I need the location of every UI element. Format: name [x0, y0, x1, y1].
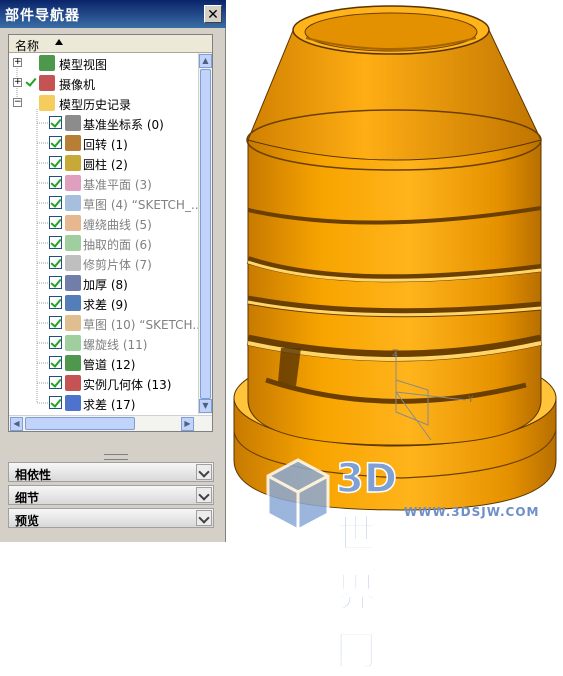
visibility-checkbox[interactable]: [49, 196, 62, 209]
part-navigator-panel: 部件导航器 ✕ 名称 + 模型视图 + 摄像机 − 模型历史记录 基准坐标系 (0) 回转 (…: [0, 0, 226, 542]
tree-row[interactable]: 圆柱 (2): [9, 153, 199, 173]
scroll-left-button[interactable]: ◀: [10, 417, 23, 431]
expand-chevron-icon[interactable]: [196, 487, 212, 503]
tree-row[interactable]: 求差 (9): [9, 293, 199, 313]
tree-row[interactable]: 回转 (1): [9, 133, 199, 153]
feature-icon: [65, 375, 81, 391]
vertical-scroll-thumb[interactable]: [200, 69, 211, 399]
vertical-scrollbar[interactable]: ▲ ▼: [198, 53, 212, 414]
visibility-checkbox[interactable]: [49, 296, 62, 309]
visibility-checkbox[interactable]: [25, 76, 38, 89]
collapse-icon[interactable]: −: [13, 98, 22, 107]
tree-row[interactable]: 修剪片体 (7): [9, 253, 199, 273]
graphics-viewport[interactable]: Z Y 3D世界网 WWW.3DSJW.COM: [226, 0, 563, 675]
visibility-checkbox[interactable]: [49, 396, 62, 409]
tree-row[interactable]: 缠绕曲线 (5): [9, 213, 199, 233]
section-dependencies[interactable]: 相依性: [8, 462, 214, 482]
tree-item-label: 圆柱 (2): [83, 158, 128, 172]
tree-item-label: 求差 (17): [83, 398, 136, 412]
tree-item-label: 草图 (4) “SKETCH_...: [83, 198, 203, 212]
feature-icon: [65, 295, 81, 311]
tree-row[interactable]: 抽取的面 (6): [9, 233, 199, 253]
section-label: 预览: [15, 514, 40, 528]
horizontal-scrollbar[interactable]: ◀ ▶: [9, 415, 212, 431]
expand-chevron-icon[interactable]: [196, 464, 212, 480]
feature-icon: [65, 235, 81, 251]
tree-row[interactable]: 基准平面 (3): [9, 173, 199, 193]
section-preview[interactable]: 预览: [8, 508, 214, 528]
feature-icon: [65, 155, 81, 171]
visibility-checkbox[interactable]: [49, 316, 62, 329]
tree-item-label: 摄像机: [59, 78, 96, 92]
tree-row[interactable]: 加厚 (8): [9, 273, 199, 293]
visibility-checkbox[interactable]: [49, 176, 62, 189]
tree-row[interactable]: 基准坐标系 (0): [9, 113, 199, 133]
tree-item-label: 基准平面 (3): [83, 178, 152, 192]
feature-icon: [65, 335, 81, 351]
close-button[interactable]: ✕: [204, 5, 222, 23]
feature-icon: [65, 315, 81, 331]
watermark-text: 3D世界网: [335, 455, 398, 675]
feature-icon: [39, 55, 55, 71]
tree-item-label: 求差 (9): [83, 298, 128, 312]
scroll-up-button[interactable]: ▲: [199, 54, 212, 68]
expand-icon[interactable]: +: [13, 58, 22, 67]
panel-splitter-handle[interactable]: [104, 454, 128, 460]
tree-item-label: 基准坐标系 (0): [83, 118, 164, 132]
section-label: 相依性: [15, 468, 52, 482]
section-details[interactable]: 细节: [8, 485, 214, 505]
visibility-checkbox[interactable]: [49, 216, 62, 229]
tree-item-label: 修剪片体 (7): [83, 258, 152, 272]
visibility-checkbox[interactable]: [49, 156, 62, 169]
visibility-checkbox[interactable]: [49, 116, 62, 129]
feature-icon: [65, 395, 81, 411]
tree-row[interactable]: − 模型历史记录: [9, 93, 199, 113]
tree-row[interactable]: + 摄像机: [9, 73, 199, 93]
feature-icon: [65, 275, 81, 291]
feature-icon: [65, 115, 81, 131]
feature-icon: [65, 195, 81, 211]
tree-row[interactable]: + 模型视图: [9, 53, 199, 73]
feature-icon: [65, 215, 81, 231]
scroll-down-button[interactable]: ▼: [199, 399, 212, 413]
visibility-checkbox[interactable]: [49, 136, 62, 149]
tree-item-label: 模型历史记录: [59, 98, 132, 112]
navigator-tree[interactable]: 名称 + 模型视图 + 摄像机 − 模型历史记录 基准坐标系 (0) 回转 (1) 圆柱 (2)…: [8, 34, 213, 432]
tree-item-label: 加厚 (8): [83, 278, 128, 292]
tree-item-label: 管道 (12): [83, 358, 136, 372]
tree-item-label: 螺旋线 (11): [83, 338, 148, 352]
tree-row[interactable]: 实例几何体 (13): [9, 373, 199, 393]
visibility-checkbox[interactable]: [49, 276, 62, 289]
tree-item-label: 回转 (1): [83, 138, 128, 152]
panel-title-bar[interactable]: 部件导航器 ✕: [0, 0, 226, 28]
section-label: 细节: [15, 491, 40, 505]
tree-item-label: 抽取的面 (6): [83, 238, 152, 252]
visibility-checkbox[interactable]: [49, 336, 62, 349]
feature-icon: [65, 255, 81, 271]
tree-row[interactable]: 求差 (17): [9, 393, 199, 413]
tree-item-label: 缠绕曲线 (5): [83, 218, 152, 232]
tree-item-label: 实例几何体 (13): [83, 378, 172, 392]
scroll-right-button[interactable]: ▶: [181, 417, 194, 431]
feature-icon: [65, 135, 81, 151]
horizontal-scroll-thumb[interactable]: [25, 417, 135, 430]
visibility-checkbox[interactable]: [49, 256, 62, 269]
tree-row[interactable]: 螺旋线 (11): [9, 333, 199, 353]
feature-icon: [65, 175, 81, 191]
visibility-checkbox[interactable]: [49, 236, 62, 249]
feature-icon: [39, 95, 55, 111]
tree-row[interactable]: 草图 (4) “SKETCH_...: [9, 193, 203, 213]
feature-icon: [65, 355, 81, 371]
visibility-checkbox[interactable]: [49, 356, 62, 369]
watermark-url: WWW.3DSJW.COM: [404, 505, 540, 519]
feature-icon: [39, 75, 55, 91]
expand-icon[interactable]: +: [13, 78, 22, 87]
tree-row[interactable]: 管道 (12): [9, 353, 199, 373]
tree-item-label: 模型视图: [59, 58, 108, 72]
tree-row[interactable]: 草图 (10) “SKETCH...: [9, 313, 204, 333]
expand-chevron-icon[interactable]: [196, 510, 212, 526]
panel-title: 部件导航器: [5, 8, 80, 24]
visibility-checkbox[interactable]: [49, 376, 62, 389]
tree-item-label: 草图 (10) “SKETCH...: [83, 318, 204, 332]
